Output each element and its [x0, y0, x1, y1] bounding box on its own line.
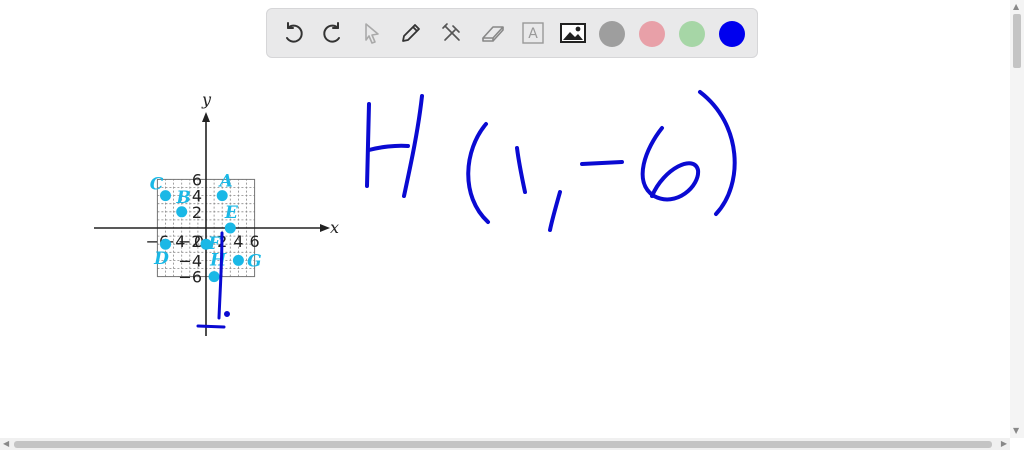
point-a [216, 190, 228, 202]
y-axis-label: y [201, 90, 212, 109]
select-pointer-icon[interactable] [357, 18, 387, 48]
point-e [224, 222, 236, 234]
color-swatch-green[interactable] [679, 21, 705, 47]
eraser-icon[interactable] [478, 18, 508, 48]
graph-axes: x y [94, 90, 339, 336]
point-label-c: C [150, 175, 164, 195]
x-tick-label: 4 [233, 232, 243, 251]
vertical-scroll-thumb[interactable] [1013, 14, 1021, 68]
horizontal-scrollbar[interactable]: ◀ ▶ [0, 438, 1010, 450]
point-g [232, 254, 244, 266]
text-icon[interactable]: A [518, 18, 548, 48]
point-h [208, 271, 220, 283]
point-label-b: B [176, 188, 191, 208]
coordinate-graph: x y −6−4−20 2 4 6642−4−6 ABCDEFGH [94, 90, 339, 336]
point-label-g: G [247, 251, 262, 271]
ink-handwriting-h-coordinates [365, 90, 737, 232]
point-label-d: D [153, 249, 169, 269]
tools-icon[interactable] [437, 18, 467, 48]
text-tool-label: A [528, 26, 538, 42]
ink-comma [548, 190, 562, 232]
scroll-up-icon[interactable]: ▲ [1013, 3, 1019, 11]
color-swatch-pink[interactable] [639, 21, 665, 47]
scroll-left-icon[interactable]: ◀ [3, 440, 9, 448]
whiteboard-canvas[interactable]: x y −6−4−20 2 4 6642−4−6 ABCDEFGH [0, 0, 1024, 450]
image-icon[interactable] [558, 18, 588, 48]
redo-icon[interactable] [317, 18, 347, 48]
color-swatch-blue[interactable] [719, 21, 745, 47]
x-tick-label: 6 [250, 232, 260, 251]
ink-digit-six [640, 126, 701, 202]
scroll-down-icon[interactable]: ▼ [1013, 427, 1019, 435]
scroll-right-icon[interactable]: ▶ [1001, 440, 1007, 448]
ink-minus [580, 160, 624, 166]
y-tick-label: −6 [178, 268, 202, 287]
point-label-a: A [218, 172, 233, 192]
x-axis-label: x [330, 218, 339, 237]
x-axis-arrow [320, 224, 330, 232]
undo-icon[interactable] [279, 18, 309, 48]
point-d [160, 238, 171, 250]
color-swatch-gray[interactable] [599, 21, 625, 47]
vertical-scrollbar[interactable]: ▲ ▼ [1010, 0, 1024, 438]
y-axis-arrow [202, 112, 210, 122]
point-label-e: E [224, 203, 239, 223]
ink-letter-h [365, 102, 371, 188]
ink-close-paren [698, 90, 737, 216]
point-label-h: H [209, 251, 227, 271]
pen-icon[interactable] [396, 18, 426, 48]
y-tick-label: 2 [192, 203, 202, 222]
point-b [176, 206, 188, 218]
horizontal-scroll-thumb[interactable] [14, 441, 992, 448]
ink-digit-one [515, 146, 527, 194]
ink-open-paren [466, 122, 490, 224]
drawing-toolbar: A [266, 8, 758, 58]
